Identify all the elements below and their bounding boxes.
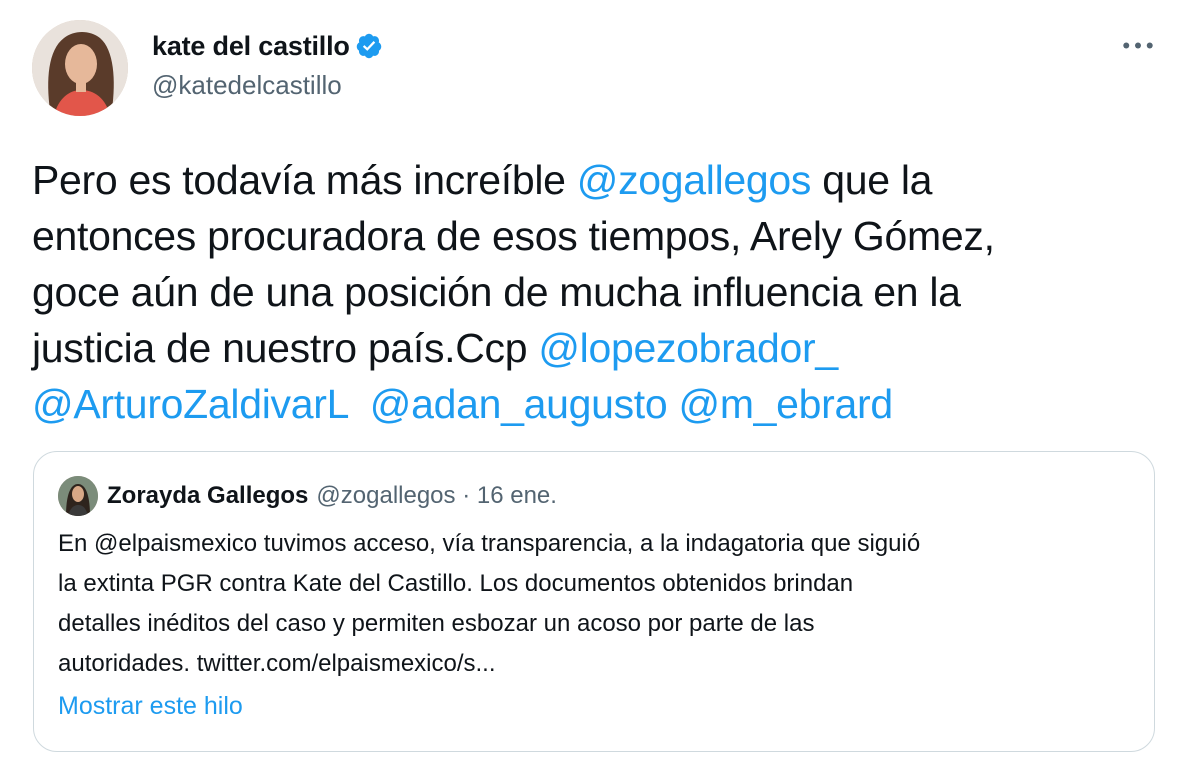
quoted-line: En @elpaismexico tuvimos acceso, vía tra…: [58, 524, 1138, 564]
tweet-text-segment: goce aún de una posición de mucha influe…: [32, 269, 961, 315]
tweet-line: entonces procuradora de esos tiempos, Ar…: [32, 208, 1172, 264]
more-options-icon[interactable]: [1118, 30, 1158, 60]
author-header: kate del castillo @katedelcastillo: [152, 28, 383, 101]
quoted-tweet[interactable]: Zorayda Gallegos @zogallegos · 16 ene. E…: [33, 451, 1155, 752]
tweet-text-segment: [667, 381, 678, 427]
quoted-line: la extinta PGR contra Kate del Castillo.…: [58, 564, 1138, 604]
tweet-line: goce aún de una posición de mucha influe…: [32, 264, 1172, 320]
mention-link[interactable]: @lopezobrador_: [538, 325, 838, 371]
mention-link[interactable]: @zogallegos: [577, 157, 811, 203]
tweet-text-segment: entonces procuradora de esos tiempos, Ar…: [32, 213, 995, 259]
quoted-author-avatar: [58, 476, 98, 516]
mention-link[interactable]: @ArturoZaldivarL: [32, 381, 348, 427]
tweet-text: Pero es todavía más increíble @zogallego…: [32, 152, 1172, 432]
quoted-tweet-header: Zorayda Gallegos @zogallegos · 16 ene.: [58, 476, 557, 516]
tweet-text-segment: que la: [811, 157, 932, 203]
meta-separator: ·: [462, 482, 470, 509]
quoted-line: detalles inéditos del caso y permiten es…: [58, 604, 1138, 644]
mention-link[interactable]: @adan_augusto: [370, 381, 668, 427]
quoted-author-name: Zorayda Gallegos: [107, 482, 308, 510]
quoted-date: 16 ene.: [477, 482, 557, 509]
verified-badge-icon: [355, 32, 383, 60]
author-avatar[interactable]: [32, 20, 128, 116]
tweet-text-segment: Pero es todavía más increíble: [32, 157, 577, 203]
mention-link[interactable]: @m_ebrard: [679, 381, 893, 427]
tweet-text-segment: [348, 381, 370, 427]
tweet-text-segment: justicia de nuestro país.Ccp: [32, 325, 538, 371]
author-display-name[interactable]: kate del castillo: [152, 31, 350, 62]
quoted-author-handle: @zogallegos: [316, 482, 455, 509]
author-handle[interactable]: @katedelcastillo: [152, 70, 383, 101]
quoted-tweet-text: En @elpaismexico tuvimos acceso, vía tra…: [58, 524, 1138, 684]
quoted-line: autoridades. twitter.com/elpaismexico/s.…: [58, 644, 1138, 684]
tweet-line: Pero es todavía más increíble @zogallego…: [32, 152, 1172, 208]
author-avatar-image: [32, 20, 128, 116]
quoted-author-meta: @zogallegos · 16 ene.: [316, 482, 557, 510]
tweet-line: justicia de nuestro país.Ccp @lopezobrad…: [32, 320, 1172, 376]
show-thread-link[interactable]: Mostrar este hilo: [58, 692, 243, 721]
tweet-line: @ArturoZaldivarL @adan_augusto @m_ebrard: [32, 376, 1172, 432]
